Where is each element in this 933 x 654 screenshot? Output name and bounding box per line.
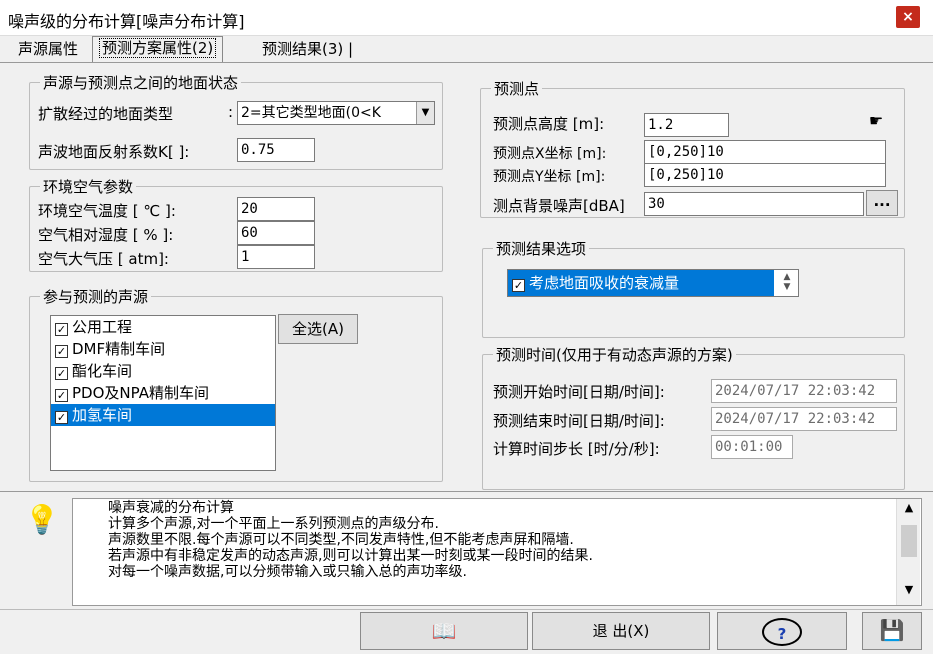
ground-type-colon: : [228, 103, 234, 121]
select-all-button[interactable]: 全选(A) [278, 314, 358, 344]
end-time-label: 预测结束时间[日期/时间]: [493, 412, 665, 430]
ground-type-select[interactable]: 2=其它类型地面(0<K ▼ [237, 101, 435, 125]
checkbox-checked-icon[interactable]: ✓ [55, 323, 68, 336]
info-line: 若声源中有非稳定发声的动态声源,则可以计算出某一时刻或某一段时间的结果. [108, 548, 593, 564]
temp-label: 环境空气温度 [ ℃ ]: [38, 202, 176, 220]
humidity-label: 空气相对湿度 [ % ]: [38, 226, 174, 244]
time-step-label: 计算时间步长 [时/分/秒]: [493, 440, 660, 458]
more-button[interactable]: ... [866, 190, 898, 216]
humidity-input[interactable]: 60 [237, 221, 315, 245]
reflect-label: 声波地面反射系数K[ ]: [38, 143, 190, 161]
temp-input[interactable]: 20 [237, 197, 315, 221]
y-coord-label: 预测点Y坐标 [m]: [493, 169, 606, 185]
checkbox-checked-icon[interactable]: ✓ [55, 345, 68, 358]
list-item[interactable]: ✓ 酯化车间 [51, 360, 275, 382]
info-line: 对每一个噪声数据,可以分频带输入或只输入总的声功率级. [108, 564, 467, 580]
point-group-title: 预测点 [491, 78, 543, 99]
info-line: 噪声衰减的分布计算 [108, 500, 234, 516]
save-button[interactable]: 💾 [862, 612, 922, 650]
reflect-input[interactable]: 0.75 [237, 138, 315, 162]
background-noise-label: 测点背景噪声[dBA] [493, 197, 625, 215]
list-item[interactable]: ✓ PDO及NPA精制车间 [51, 382, 275, 404]
book-button[interactable]: 📖 [360, 612, 528, 650]
spin-arrows-icon[interactable]: ▲ ▼ [778, 272, 796, 294]
lightbulb-icon: 💡 [24, 503, 60, 536]
tab-divider [0, 62, 933, 63]
y-coord-input[interactable]: [0,250]10 [644, 163, 886, 187]
list-item[interactable]: ✓ DMF精制车间 [51, 338, 275, 360]
background-noise-input[interactable]: 30 [644, 192, 864, 216]
book-icon: 📖 [431, 619, 457, 643]
checkbox-checked-icon[interactable]: ✓ [55, 367, 68, 380]
start-time-label: 预测开始时间[日期/时间]: [493, 383, 665, 401]
help-button[interactable]: ? [717, 612, 847, 650]
x-coord-label: 预测点X坐标 [m]: [493, 146, 607, 162]
end-time-input[interactable]: 2024/07/17 22:03:42 [711, 407, 897, 431]
chevron-up-icon[interactable]: ▲ [897, 501, 921, 519]
checkbox-checked-icon[interactable]: ✓ [512, 279, 525, 292]
ground-type-label: 扩散经过的地面类型 [38, 105, 174, 123]
close-button[interactable]: × [896, 6, 920, 28]
tab-results[interactable]: 预测结果(3) | [256, 38, 359, 62]
ground-type-value: 2=其它类型地面(0<K [241, 105, 381, 121]
info-text: 噪声衰减的分布计算 计算多个声源,对一个平面上一系列预测点的声级分布. 声源数里… [108, 500, 593, 580]
tab-source-properties[interactable]: 声源属性 [12, 38, 84, 62]
chevron-down-icon[interactable]: ▼ [897, 583, 921, 601]
options-group-title: 预测结果选项 [493, 238, 590, 259]
floppy-disk-icon: 💾 [879, 618, 905, 642]
air-group-title: 环境空气参数 [40, 176, 137, 197]
tab-scheme-properties[interactable]: 预测方案属性(2) [92, 36, 224, 62]
help-icon: ? [762, 617, 802, 646]
ground-state-group: 声源与预测点之间的地面状态 扩散经过的地面类型 : 2=其它类型地面(0<K ▼… [29, 72, 443, 170]
pressure-input[interactable]: 1 [237, 245, 315, 269]
list-item-selected[interactable]: ✓ 加氢车间 [51, 404, 275, 426]
prediction-point-group: 预测点 预测点高度 [m]: 1.2 ☛ 预测点X坐标 [m]: [0,250]… [480, 78, 905, 218]
checkbox-checked-icon[interactable]: ✓ [55, 389, 68, 402]
result-options-group: 预测结果选项 ✓ 考虑地面吸收的衰减量 ▲ ▼ [482, 238, 905, 338]
sources-list[interactable]: ✓ 公用工程 ✓ DMF精制车间 ✓ 酯化车间 ✓ PDO及NPA精制车间 ✓ 加氢车间 [50, 315, 276, 471]
pointer-hand-icon[interactable]: ☛ [861, 111, 891, 133]
title-bar: 噪声级的分布计算[噪声分布计算] × [0, 0, 933, 36]
option-ground-absorption[interactable]: ✓ 考虑地面吸收的衰减量 [508, 270, 774, 296]
list-item[interactable]: ✓ 公用工程 [51, 316, 275, 338]
air-params-group: 环境空气参数 环境空气温度 [ ℃ ]: 20 空气相对湿度 [ % ]: 60… [29, 176, 443, 272]
time-group-title: 预测时间(仅用于有动态声源的方案) [493, 344, 736, 365]
chevron-down-icon[interactable]: ▼ [416, 102, 434, 124]
time-group: 预测时间(仅用于有动态声源的方案) 预测开始时间[日期/时间]: 2024/07… [482, 344, 905, 490]
start-time-input[interactable]: 2024/07/17 22:03:42 [711, 379, 897, 403]
sources-group: 参与预测的声源 ✓ 公用工程 ✓ DMF精制车间 ✓ 酯化车间 ✓ PDO及NPA精制车… [29, 286, 443, 482]
height-input[interactable]: 1.2 [644, 113, 729, 137]
scrollbar-thumb[interactable] [901, 525, 917, 557]
height-label: 预测点高度 [m]: [493, 115, 605, 133]
time-step-input[interactable]: 00:01:00 [711, 435, 793, 459]
info-scrollbar[interactable]: ▲ ▼ [896, 499, 920, 605]
x-coord-input[interactable]: [0,250]10 [644, 140, 886, 164]
exit-button[interactable]: 退 出(X) [532, 612, 710, 650]
ground-group-title: 声源与预测点之间的地面状态 [40, 72, 242, 93]
checkbox-checked-icon[interactable]: ✓ [55, 411, 68, 424]
info-line: 计算多个声源,对一个平面上一系列预测点的声级分布. [108, 516, 439, 532]
options-list[interactable]: ✓ 考虑地面吸收的衰减量 ▲ ▼ [507, 269, 799, 297]
pressure-label: 空气大气压 [ atm]: [38, 250, 169, 268]
sources-group-title: 参与预测的声源 [40, 286, 152, 307]
info-line: 声源数里不限.每个声源可以不同类型,不同发声特性,但不能考虑声屏和隔墙. [108, 532, 574, 548]
window-title: 噪声级的分布计算[噪声分布计算] [8, 12, 245, 31]
